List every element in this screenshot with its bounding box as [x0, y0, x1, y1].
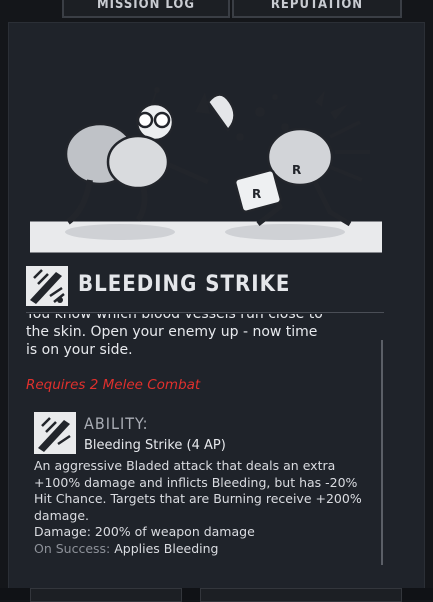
- ability-blade-icon: [34, 412, 76, 454]
- ability-block: ABILITY: Bleeding Strike (4 AP) An aggre…: [34, 412, 374, 562]
- skill-illustration: R R: [30, 87, 382, 253]
- svg-text:R: R: [252, 187, 261, 201]
- bottom-tabs: [0, 588, 433, 602]
- on-success-label: On Success:: [34, 540, 111, 556]
- top-tabs: MISSION LOG REPUTATION: [0, 0, 433, 22]
- ability-description-block: An aggressive Bladed attack that deals a…: [34, 458, 374, 557]
- ability-label: ABILITY:: [84, 414, 149, 433]
- ability-damage: Damage: 200% of weapon damage: [34, 524, 255, 539]
- skill-title: BLEEDING STRIKE: [78, 272, 291, 297]
- on-success-value: Applies Bleeding: [114, 540, 219, 556]
- skill-description-partial: You know which blood vessels run close t…: [26, 314, 323, 322]
- skill-requirement: Requires 2 Melee Combat: [26, 377, 201, 393]
- skill-title-row: BLEEDING STRIKE: [26, 262, 386, 308]
- tab-reputation[interactable]: REPUTATION: [232, 0, 402, 18]
- skill-description: You know which blood vessels run close t…: [26, 314, 356, 370]
- blade-strike-icon: [26, 266, 68, 306]
- skill-description-text: the skin. Open your enemy up - now time …: [26, 324, 318, 358]
- title-divider: [26, 312, 384, 313]
- tab-mission-log[interactable]: MISSION LOG: [62, 0, 230, 18]
- ability-on-success: On Success: Applies Bleeding: [34, 541, 374, 558]
- ability-description: An aggressive Bladed attack that deals a…: [34, 458, 362, 523]
- svg-text:R: R: [292, 163, 301, 177]
- ability-name: Bleeding Strike (4 AP): [84, 438, 226, 453]
- description-scrollbar[interactable]: [381, 340, 383, 565]
